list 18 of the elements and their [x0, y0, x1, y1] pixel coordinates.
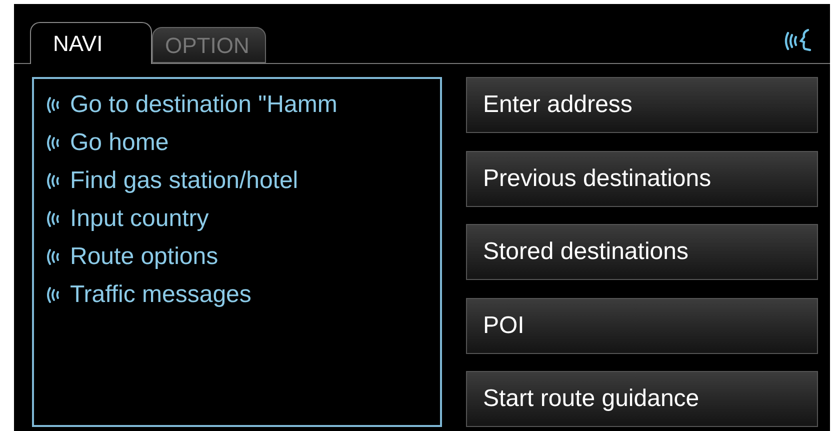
voice-command[interactable]: Input country: [70, 200, 209, 236]
voice-command-icon: [46, 94, 62, 114]
tab[interactable]: NAVI: [30, 22, 152, 64]
menu-button[interactable]: Start route guidance: [466, 371, 818, 427]
voice-command[interactable]: Route options: [70, 238, 218, 274]
voice-command-icon: [46, 246, 62, 266]
voice-command[interactable]: Traffic messages: [70, 276, 252, 312]
menu-button[interactable]: Stored destinations: [466, 224, 818, 280]
voice-command-icon: [46, 208, 62, 228]
menu-button[interactable]: POI: [466, 298, 818, 354]
voice-command[interactable]: Find gas station/hotel: [70, 162, 298, 198]
voice-command-icon: [46, 284, 62, 304]
voice-command[interactable]: Go to destination "Hamm: [70, 86, 338, 122]
menu-button[interactable]: Previous destinations: [466, 150, 818, 206]
voice-command-icon: [46, 132, 62, 152]
voice-command-icon: [46, 170, 62, 190]
voice-command[interactable]: Go home: [70, 124, 169, 160]
menu-button[interactable]: Enter address: [466, 77, 818, 133]
